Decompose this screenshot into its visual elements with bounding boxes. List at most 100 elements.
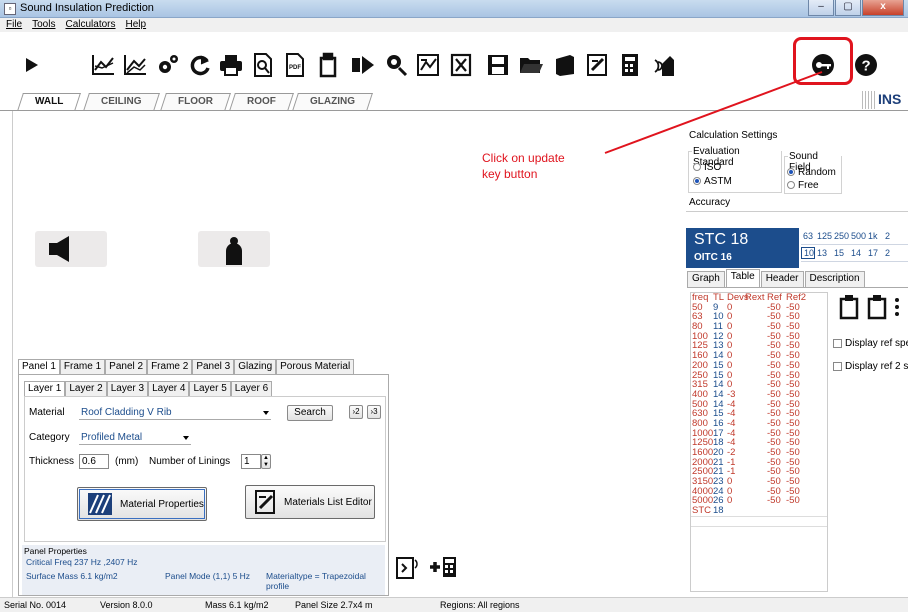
- category-select[interactable]: Profiled Metal: [79, 431, 191, 445]
- title-bar: ▫ Sound Insulation Prediction – ▢ x: [0, 0, 908, 18]
- preview-icon[interactable]: [250, 52, 276, 78]
- linings-stepper[interactable]: ▲ ▼: [261, 454, 271, 469]
- material-select[interactable]: Roof Cladding V Rib: [79, 406, 271, 420]
- graph-icon[interactable]: [90, 52, 116, 78]
- tab-layer-2[interactable]: Layer 2: [65, 381, 107, 396]
- tab-layer-5[interactable]: Layer 5: [189, 381, 231, 396]
- radio-iso-dot: [693, 163, 701, 171]
- close-button[interactable]: x: [862, 0, 904, 16]
- chart-export-icon[interactable]: [415, 52, 441, 78]
- table-cell: 0: [727, 495, 733, 507]
- menu-calculators[interactable]: Calculators: [65, 18, 115, 32]
- sound-wall-icon[interactable]: [396, 554, 420, 580]
- status-panel-size: Panel Size 2.7x4 m: [295, 600, 373, 610]
- tab-wall[interactable]: WALL: [17, 93, 82, 111]
- menu-bar: File Tools Calculators Help: [0, 18, 908, 32]
- house-sound-icon[interactable]: [650, 52, 676, 78]
- minimize-button[interactable]: –: [808, 0, 834, 16]
- tab-glazing[interactable]: GLAZING: [292, 93, 373, 111]
- add-calculator-icon[interactable]: [428, 554, 458, 580]
- settings-gears-icon[interactable]: [155, 52, 181, 78]
- result-tabs: Graph Table Header Description: [687, 269, 866, 287]
- menu-file[interactable]: File: [6, 18, 22, 32]
- clipboard-icon[interactable]: [838, 294, 860, 320]
- play-icon[interactable]: [18, 52, 44, 78]
- menu-help[interactable]: Help: [126, 18, 147, 32]
- maximize-button[interactable]: ▢: [835, 0, 861, 16]
- freq-grid-values: 10 13 15 14 17 2: [801, 245, 908, 262]
- value-cell: 2: [885, 248, 891, 258]
- table-row: 80 11 0 -50 -50: [691, 322, 827, 332]
- save-icon[interactable]: [485, 52, 511, 78]
- tab-ceiling[interactable]: CEILING: [83, 93, 160, 111]
- panel-mode: Panel Mode (1,1) 5 Hz: [165, 571, 251, 581]
- print-icon[interactable]: [218, 52, 244, 78]
- copy-to-layer-2-button[interactable]: ›2: [349, 405, 363, 419]
- graph-compare-icon[interactable]: [122, 52, 148, 78]
- table-row: 400 14 -3 -50 -50: [691, 389, 827, 400]
- tab-glazing[interactable]: Glazing: [234, 359, 277, 374]
- results-table[interactable]: freq TL Devs Rext Ref Ref2 50 9 0 -50 -50 63 1…: [690, 292, 828, 592]
- status-serial: Serial No. 0014: [4, 600, 67, 610]
- tab-layer-3[interactable]: Layer 3: [106, 381, 149, 396]
- pdf-icon-text: PDF: [289, 65, 301, 71]
- clipboard-icon[interactable]: [866, 294, 888, 320]
- freq-cell: 63: [803, 231, 814, 241]
- header-rext: Rext: [745, 292, 765, 303]
- menu-tools[interactable]: Tools: [32, 18, 55, 32]
- window-controls: – ▢ x: [808, 0, 904, 16]
- tab-floor[interactable]: FLOOR: [160, 93, 231, 111]
- tab-header[interactable]: Header: [760, 271, 804, 287]
- tab-panel-1[interactable]: Panel 1: [18, 359, 60, 374]
- listener-button[interactable]: [198, 231, 270, 267]
- table-cell: STC: [692, 505, 711, 517]
- search-button[interactable]: Search: [287, 405, 333, 421]
- tab-layer-1[interactable]: Layer 1: [24, 381, 66, 396]
- ref2-spec-checkbox[interactable]: Display ref 2 sp: [833, 361, 908, 372]
- open-folder-icon[interactable]: [518, 52, 544, 78]
- help-icon[interactable]: ?: [853, 52, 879, 78]
- linings-input[interactable]: 1: [241, 454, 261, 469]
- radio-random[interactable]: Random: [787, 166, 836, 178]
- pdf-icon[interactable]: PDF: [282, 52, 308, 78]
- radio-free[interactable]: Free: [787, 179, 819, 191]
- delete-icon[interactable]: [448, 52, 474, 78]
- radio-iso[interactable]: ISO: [693, 161, 721, 173]
- ref-spec-checkbox[interactable]: Display ref spec: [833, 338, 908, 349]
- tab-table[interactable]: Table: [725, 269, 760, 287]
- layer-editor: Material Roof Cladding V Rib Search ›2 ›…: [24, 396, 386, 542]
- tab-layer-4[interactable]: Layer 4: [148, 381, 190, 396]
- book-icon[interactable]: [552, 52, 578, 78]
- ref2-spec-label: Display ref 2 sp: [845, 361, 908, 372]
- logo: INS: [862, 91, 901, 111]
- tab-panel-3[interactable]: Panel 3: [192, 359, 235, 374]
- logo-text: INS: [878, 91, 902, 107]
- radio-astm[interactable]: ASTM: [693, 175, 732, 187]
- tab-layer-6[interactable]: Layer 6: [230, 381, 273, 396]
- calculator-icon[interactable]: [617, 52, 643, 78]
- material-properties-label: Material Properties: [120, 498, 204, 510]
- category-label: Category: [29, 432, 70, 443]
- tab-porous-material[interactable]: Porous Material: [276, 359, 355, 374]
- edit-icon[interactable]: [585, 52, 611, 78]
- export-icon[interactable]: [350, 52, 376, 78]
- ref-spec-checkbox-box: [833, 339, 842, 348]
- tab-frame-1[interactable]: Frame 1: [59, 359, 106, 374]
- sound-field-group: Sound Field Random Free: [784, 151, 842, 194]
- radio-astm-dot: [693, 177, 701, 185]
- refresh-icon[interactable]: [187, 52, 213, 78]
- tab-roof[interactable]: ROOF: [229, 93, 294, 111]
- thickness-input[interactable]: 0.6: [79, 454, 109, 469]
- window-title: Sound Insulation Prediction: [20, 2, 154, 14]
- tab-frame-2[interactable]: Frame 2: [147, 359, 193, 374]
- tab-graph[interactable]: Graph: [687, 271, 725, 287]
- copy-to-layer-3-button[interactable]: ›3: [367, 405, 381, 419]
- speaker-button[interactable]: [35, 231, 107, 267]
- tab-description[interactable]: Description: [804, 271, 865, 287]
- tab-panel-2[interactable]: Panel 2: [105, 359, 148, 374]
- clipboard-icon[interactable]: [315, 52, 341, 78]
- more-icon[interactable]: [894, 294, 900, 320]
- search-user-icon[interactable]: [383, 52, 409, 78]
- material-properties-button[interactable]: Material Properties: [77, 487, 207, 521]
- materials-list-editor-button[interactable]: Materials List Editor: [245, 485, 375, 519]
